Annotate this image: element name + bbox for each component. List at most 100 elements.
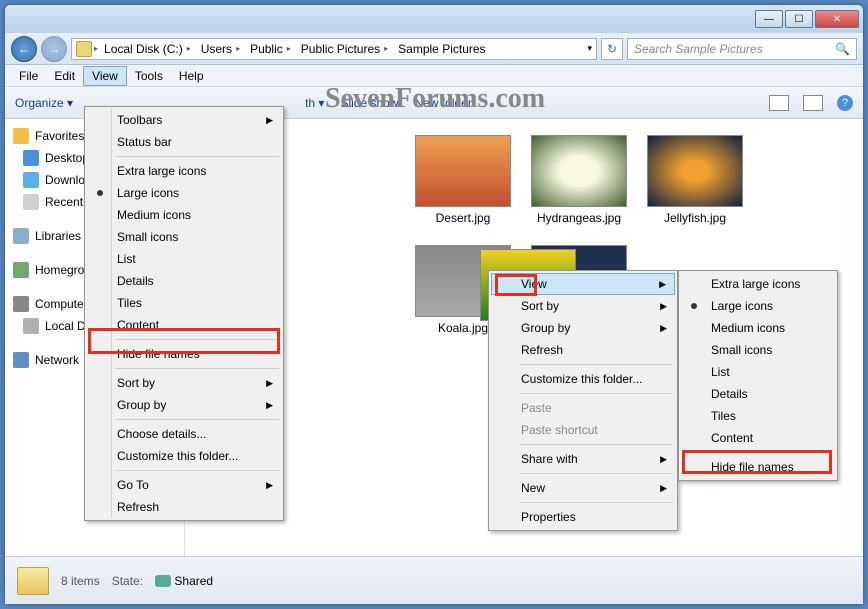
toolbar-item[interactable]: th ▾ [305,96,324,110]
search-icon: 🔍 [835,42,850,56]
bullet-icon [97,190,103,196]
submenu-content[interactable]: Content [681,427,835,449]
menu-customize-folder[interactable]: Customize this folder... [87,445,281,467]
forward-button[interactable]: → [41,36,67,62]
submenu-small-icons[interactable]: Small icons [681,339,835,361]
menu-content[interactable]: Content [87,314,281,336]
context-properties[interactable]: Properties [491,506,675,528]
thumbnail-icon [531,135,627,207]
chevron-right-icon: ▶ [266,480,273,491]
menu-help[interactable]: Help [171,67,212,85]
menu-toolbars[interactable]: Toolbars▶ [87,109,281,131]
shared-icon [155,575,171,587]
network-icon [13,352,29,368]
menu-refresh[interactable]: Refresh [87,496,281,518]
statusbar: 8 items State: Shared [5,556,863,604]
chevron-right-icon: ▶ [660,323,667,334]
submenu-list[interactable]: List [681,361,835,383]
menu-list[interactable]: List [87,248,281,270]
bullet-icon [691,303,697,309]
chevron-down-icon[interactable]: ▾ [587,43,592,54]
thumbnail-icon [647,135,743,207]
help-icon[interactable]: ? [837,95,853,111]
context-group-by[interactable]: Group by▶ [491,317,675,339]
submenu-hide-file-names[interactable]: Hide file names [681,456,835,478]
context-refresh[interactable]: Refresh [491,339,675,361]
titlebar: — ☐ ✕ [5,5,863,33]
slideshow-button[interactable]: Slide show [340,96,398,110]
context-paste-shortcut: Paste shortcut [491,419,675,441]
context-menu: View▶ Sort by▶ Group by▶ Refresh Customi… [488,270,678,531]
menu-edit[interactable]: Edit [46,67,83,85]
menu-file[interactable]: File [11,67,46,85]
submenu-medium-icons[interactable]: Medium icons [681,317,835,339]
search-input[interactable]: Search Sample Pictures 🔍 [627,38,857,60]
breadcrumb-item[interactable]: Public▸ [246,42,295,56]
menu-statusbar[interactable]: Status bar [87,131,281,153]
view-submenu: Extra large icons Large icons Medium ico… [678,270,838,481]
refresh-button[interactable]: ↻ [601,38,623,60]
context-paste: Paste [491,397,675,419]
minimize-button[interactable]: — [755,10,783,28]
menu-choose-details[interactable]: Choose details... [87,423,281,445]
menu-group-by[interactable]: Group by▶ [87,394,281,416]
chevron-right-icon: ▸ [94,44,98,53]
thumbnail-icon [415,135,511,207]
breadcrumb-item[interactable]: Public Pictures▸ [297,42,392,56]
context-view[interactable]: View▶ [491,273,675,295]
chevron-right-icon: ▶ [660,483,667,494]
breadcrumb-item[interactable]: Users▸ [197,42,244,56]
menu-sort-by[interactable]: Sort by▶ [87,372,281,394]
desktop-icon [23,150,39,166]
folder-icon [17,567,49,595]
organize-button[interactable]: Organize ▾ [15,96,73,110]
menu-go-to[interactable]: Go To▶ [87,474,281,496]
drive-icon [76,41,92,57]
menu-view[interactable]: View [83,66,127,86]
back-button[interactable]: ← [11,36,37,62]
home-icon [13,262,29,278]
context-sort-by[interactable]: Sort by▶ [491,295,675,317]
menu-extra-large-icons[interactable]: Extra large icons [87,160,281,182]
menu-hide-file-names[interactable]: Hide file names [87,343,281,365]
breadcrumb[interactable]: ▸ Local Disk (C:)▸ Users▸ Public▸ Public… [71,38,597,60]
submenu-large-icons[interactable]: Large icons [681,295,835,317]
file-item[interactable]: Hydrangeas.jpg [531,135,627,225]
chevron-right-icon: ▶ [266,400,273,411]
menu-tools[interactable]: Tools [127,67,171,85]
menu-small-icons[interactable]: Small icons [87,226,281,248]
menu-medium-icons[interactable]: Medium icons [87,204,281,226]
submenu-details[interactable]: Details [681,383,835,405]
shared-status: Shared [155,574,213,588]
menu-details[interactable]: Details [87,270,281,292]
menu-large-icons[interactable]: Large icons [87,182,281,204]
context-customize[interactable]: Customize this folder... [491,368,675,390]
submenu-extra-large-icons[interactable]: Extra large icons [681,273,835,295]
computer-icon [13,296,29,312]
breadcrumb-item[interactable]: Sample Pictures [394,42,489,56]
disk-icon [23,318,39,334]
state-label: State: [112,574,143,588]
file-item[interactable]: Jellyfish.jpg [647,135,743,225]
menubar: File Edit View Tools Help [5,65,863,87]
context-share-with[interactable]: Share with▶ [491,448,675,470]
recent-icon [23,194,39,210]
submenu-tiles[interactable]: Tiles [681,405,835,427]
view-options-icon[interactable] [769,95,789,111]
menu-tiles[interactable]: Tiles [87,292,281,314]
context-new[interactable]: New▶ [491,477,675,499]
chevron-right-icon: ▶ [660,301,667,312]
close-button[interactable]: ✕ [815,10,859,28]
breadcrumb-item[interactable]: Local Disk (C:)▸ [100,42,195,56]
chevron-right-icon: ▶ [266,378,273,389]
preview-pane-icon[interactable] [803,95,823,111]
file-item[interactable]: Desert.jpg [415,135,511,225]
download-icon [23,172,39,188]
star-icon [13,128,29,144]
chevron-right-icon: ▶ [660,454,667,465]
chevron-right-icon: ▶ [659,279,666,290]
item-count: 8 items [61,574,100,588]
new-folder-button[interactable]: New folder [414,96,471,110]
address-bar: ← → ▸ Local Disk (C:)▸ Users▸ Public▸ Pu… [5,33,863,65]
maximize-button[interactable]: ☐ [785,10,813,28]
